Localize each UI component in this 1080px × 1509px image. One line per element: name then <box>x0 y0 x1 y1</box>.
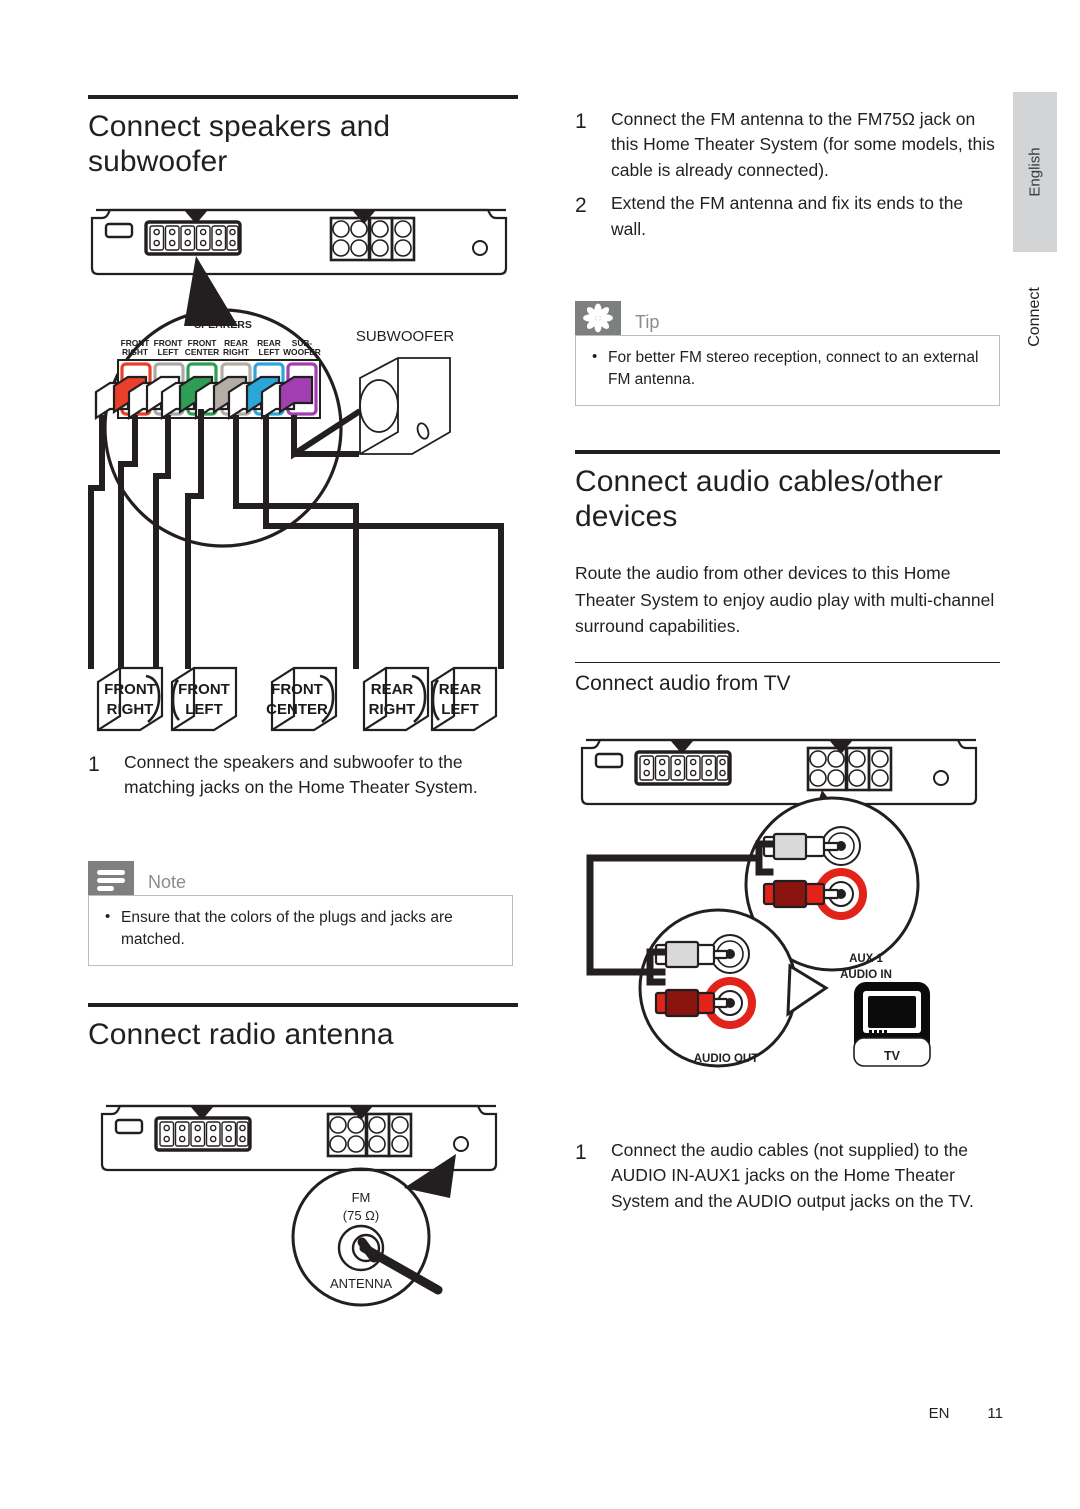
tv-audio-step-1: 1 Connect the audio cables (not supplied… <box>575 1138 1000 1214</box>
step-number: 1 <box>575 110 587 133</box>
svg-text:(75 Ω): (75 Ω) <box>343 1208 379 1223</box>
asterisk-icon <box>583 303 613 333</box>
language-tab-label: English <box>1026 147 1044 197</box>
step-text: Connect the speakers and subwoofer to th… <box>124 752 478 798</box>
svg-text:RIGHT: RIGHT <box>223 347 250 357</box>
svg-text:LEFT: LEFT <box>259 347 281 357</box>
note-title: Note <box>148 872 187 892</box>
fm-steps: 1 Connect the FM antenna to the FM75Ω ja… <box>575 105 1000 242</box>
section-divider <box>88 1003 518 1007</box>
section-tab-label: Connect <box>1026 287 1043 347</box>
left-column: Connect speakers and subwoofer <box>88 0 518 178</box>
page-footer: EN 11 <box>0 1405 1003 1422</box>
footer-lang-code: EN <box>928 1405 950 1422</box>
tv-subsection-title: Connect audio from TV <box>575 672 791 695</box>
tv-audio-figure: AUX 1 AUDIO IN AUDIO OUT TV <box>578 726 988 1116</box>
audio-section-title: Connect audio cables/other devices <box>575 465 943 534</box>
footer-page-number: 11 <box>987 1405 1003 1422</box>
svg-text:CENTER: CENTER <box>185 347 219 357</box>
note-callout: Note Ensure that the colors of the plugs… <box>88 861 513 966</box>
step-number: 1 <box>88 753 100 776</box>
svg-text:AUDIO IN: AUDIO IN <box>840 969 892 981</box>
language-tab: English <box>1013 92 1057 252</box>
step-text: Connect the audio cables (not supplied) … <box>611 1140 974 1211</box>
step-text: Extend the FM antenna and fix its ends t… <box>611 193 964 239</box>
step-text: Connect the FM antenna to the FM75Ω jack… <box>611 109 995 180</box>
audio-section-header: Connect audio cables/other devices <box>575 450 1000 535</box>
svg-text:AUDIO OUT: AUDIO OUT <box>694 1053 759 1065</box>
tip-body: For better FM stereo reception, connect … <box>575 335 1000 406</box>
speaker-label-rear-left: REAR LEFT <box>438 681 482 719</box>
antenna-section-title: Connect radio antenna <box>88 1018 394 1051</box>
svg-text:ANTENNA: ANTENNA <box>330 1276 392 1291</box>
tv-subsection-header: Connect audio from TV <box>575 662 1000 696</box>
subsection-divider <box>575 662 1000 663</box>
speaker-label-front-left: FRONT LEFT <box>178 681 230 719</box>
svg-text:SPEAKERS: SPEAKERS <box>194 319 252 331</box>
speaker-label-front-right: FRONT RIGHT <box>104 681 156 719</box>
audio-section-intro: Route the audio from other devices to th… <box>575 560 1000 640</box>
svg-text:AUX 1: AUX 1 <box>849 953 883 965</box>
note-icon <box>88 861 134 895</box>
speaker-connection-figure: SPEAKERS FRONT RIGHT FRONT LEFT FRONT CENTE… <box>88 196 518 736</box>
svg-text:LEFT: LEFT <box>158 347 180 357</box>
antenna-section-header: Connect radio antenna <box>88 1003 518 1052</box>
tip-icon <box>575 301 621 335</box>
speaker-label-front-center: FRONT CENTER <box>266 681 328 719</box>
svg-text:WOOFER: WOOFER <box>283 347 321 357</box>
section-tab: Connect <box>1013 262 1057 372</box>
step-number: 2 <box>575 194 587 218</box>
antenna-connection-figure: FM (75 Ω) ANTENNA <box>98 1092 508 1312</box>
manual-page: English Connect Connect speakers and sub… <box>0 0 1080 1509</box>
section-divider <box>88 95 518 99</box>
speakers-step-1: 1 Connect the speakers and subwoofer to … <box>88 750 518 801</box>
svg-text:SUBWOOFER: SUBWOOFER <box>356 328 455 345</box>
svg-text:RIGHT: RIGHT <box>122 347 149 357</box>
tip-item: For better FM stereo reception, connect … <box>588 346 987 391</box>
svg-text:FM: FM <box>352 1190 371 1205</box>
audio-intro-text: Route the audio from other devices to th… <box>575 563 995 637</box>
fm-step-2: 2 Extend the FM antenna and fix its ends… <box>575 191 1000 242</box>
note-body: Ensure that the colors of the plugs and … <box>88 895 513 966</box>
section-divider <box>575 450 1000 454</box>
tip-callout: Tip For better FM stereo reception, conn… <box>575 301 1000 406</box>
tv-icon: TV <box>853 982 931 1067</box>
fm-step-1: 1 Connect the FM antenna to the FM75Ω ja… <box>575 107 1000 183</box>
note-item: Ensure that the colors of the plugs and … <box>101 906 500 951</box>
page-title: Connect speakers and subwoofer <box>88 110 391 179</box>
step-number: 1 <box>575 1141 587 1164</box>
tip-title: Tip <box>635 312 660 332</box>
svg-text:TV: TV <box>884 1049 901 1063</box>
